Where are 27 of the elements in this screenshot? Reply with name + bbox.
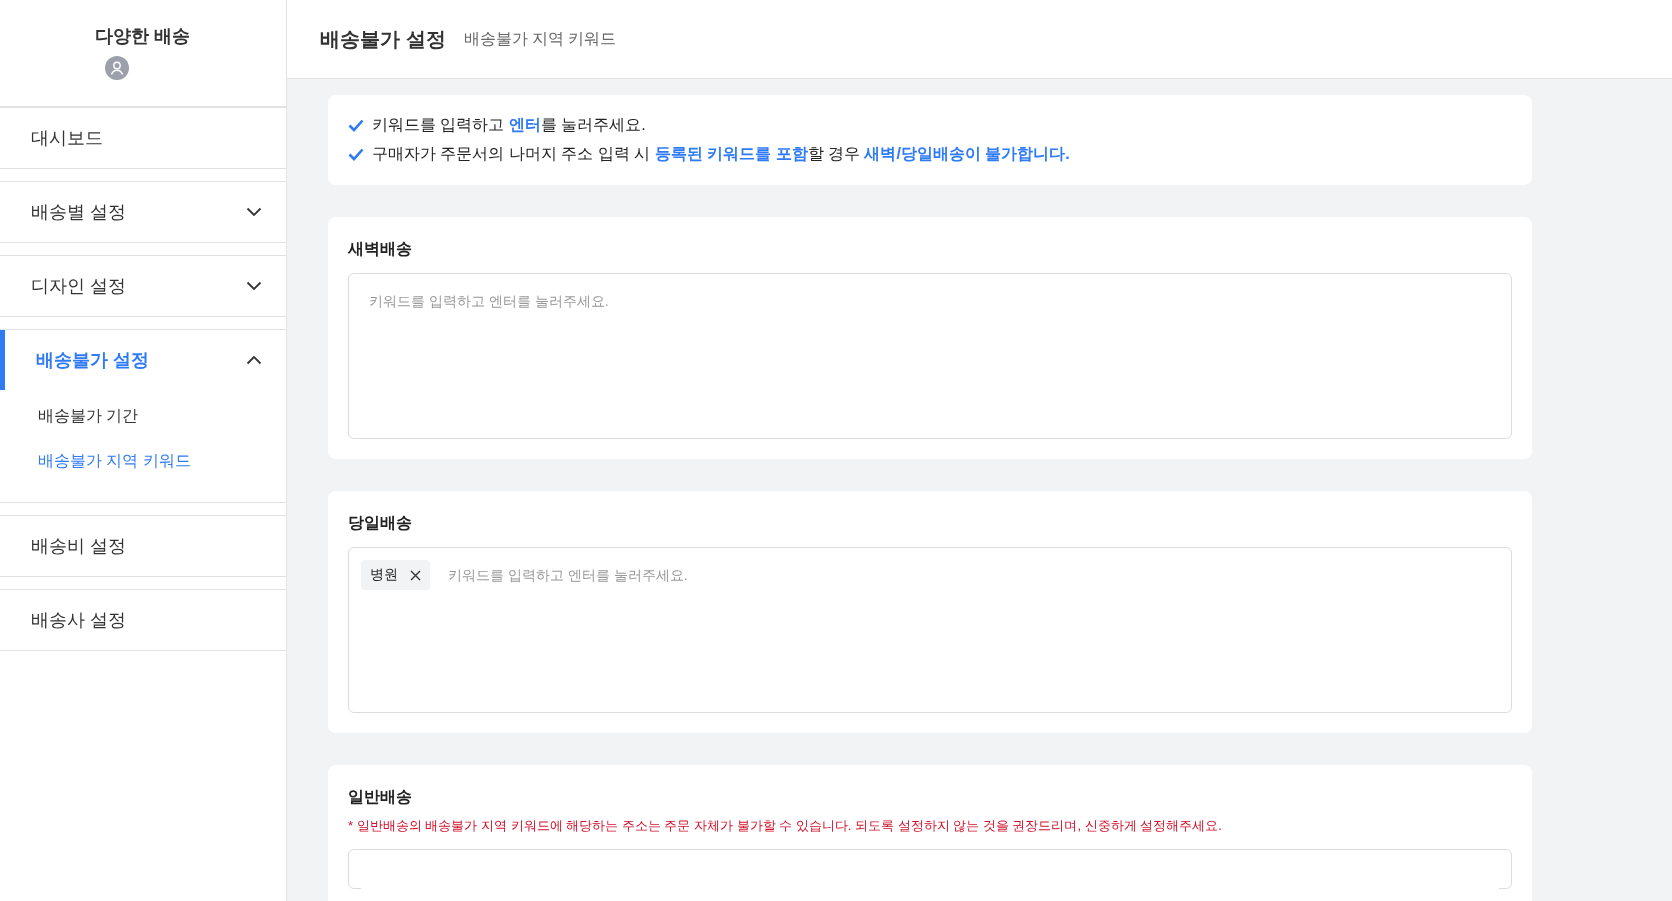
chevron-icon [246,281,262,291]
store-name: 다양한 배송 [95,25,191,48]
section-title: 새벽배송 [348,239,412,259]
close-icon[interactable] [410,569,421,581]
keyword-field[interactable] [348,849,1512,889]
page-subtitle: 배송불가 지역 키워드 [463,28,617,49]
nav-item[interactable]: 배송사 설정 [0,590,286,650]
info-text: 키워드를 입력하고 엔터를 눌러주세요. [372,115,646,135]
nav-subitem[interactable]: 배송불가 기간 [0,394,286,439]
nav-group-item[interactable]: 배송별 설정 [0,182,286,242]
user-avatar-icon[interactable] [105,56,129,80]
keyword-tag: 병원 [361,560,430,590]
chevron-icon [246,207,262,217]
nav-item[interactable]: 대시보드 [0,108,286,168]
info-text: 구매자가 주문서의 나머지 주소 입력 시 등록된 키워드를 포함할 경우 새벽/당일배송이 불가합니다. [372,144,1070,164]
nav-item[interactable]: 배송비 설정 [0,516,286,576]
keyword-field[interactable]: 병원 키워드를 입력하고 엔터를 눌러주세요. [348,547,1512,713]
check-icon [348,119,364,132]
check-icon [348,148,364,161]
section-title: 당일배송 [348,513,412,533]
section-title: 일반배송 [348,787,412,807]
warning-note: * 일반배송의 배송불가 지역 키워드에 해당하는 주소는 주문 자체가 불가할 수 있습니다. 되도록 설정하지 않는 것을 권장드리며, 신중하게 설정해주세요. [348,817,1222,835]
nav-group-item[interactable]: 디자인 설정 [0,256,286,316]
keyword-field[interactable]: 키워드를 입력하고 엔터를 눌러주세요. [348,273,1512,439]
chevron-icon [246,355,262,365]
nav-subitem[interactable]: 배송불가 지역 키워드 [0,439,286,484]
page-title: 배송불가 설정 [320,26,446,52]
